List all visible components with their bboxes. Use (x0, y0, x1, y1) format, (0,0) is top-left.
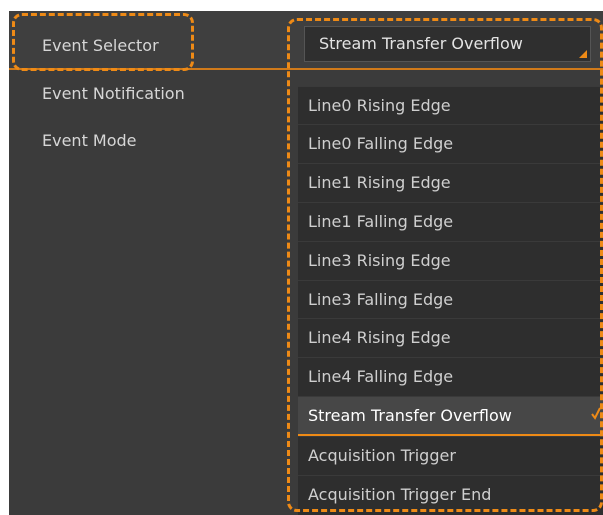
event-selector-dropdown[interactable]: Stream Transfer Overflow (304, 26, 591, 62)
option-line0-falling-edge[interactable]: Line0 Falling Edge (298, 124, 603, 162)
option-line1-rising-edge[interactable]: Line1 Rising Edge (298, 163, 603, 201)
option-line3-falling-edge[interactable]: Line3 Falling Edge (298, 280, 603, 318)
option-label: Line0 Rising Edge (308, 96, 451, 115)
option-label: Acquisition Trigger (308, 446, 456, 465)
option-label: Stream Transfer Overflow (308, 406, 512, 425)
check-icon (591, 407, 601, 420)
property-panel: Event Selector Event Notification Event … (9, 11, 603, 515)
option-acquisition-trigger[interactable]: Acquisition Trigger (298, 436, 603, 474)
option-label: Line3 Rising Edge (308, 251, 451, 270)
option-stream-transfer-overflow[interactable]: Stream Transfer Overflow (298, 396, 603, 436)
option-label: Line1 Rising Edge (308, 173, 451, 192)
option-label: Line3 Falling Edge (308, 290, 454, 309)
option-line0-rising-edge[interactable]: Line0 Rising Edge (298, 86, 603, 124)
row-divider (9, 68, 603, 70)
option-line4-falling-edge[interactable]: Line4 Falling Edge (298, 357, 603, 395)
option-acquisition-trigger-end[interactable]: Acquisition Trigger End (298, 475, 603, 515)
event-selector-options-list[interactable]: Line0 Rising Edge Line0 Falling Edge Lin… (298, 86, 603, 515)
option-label: Line1 Falling Edge (308, 212, 454, 231)
option-line3-rising-edge[interactable]: Line3 Rising Edge (298, 241, 603, 279)
event-selector-label: Event Selector (42, 36, 159, 55)
event-notification-label[interactable]: Event Notification (42, 84, 185, 103)
option-label: Line4 Falling Edge (308, 367, 454, 386)
option-line4-rising-edge[interactable]: Line4 Rising Edge (298, 318, 603, 356)
option-label: Acquisition Trigger End (308, 485, 492, 504)
event-selector-value: Stream Transfer Overflow (319, 34, 523, 53)
option-label: Line0 Falling Edge (308, 134, 454, 153)
option-label: Line4 Rising Edge (308, 328, 451, 347)
dropdown-caret-icon (579, 50, 587, 58)
event-mode-label[interactable]: Event Mode (42, 131, 137, 150)
option-line1-falling-edge[interactable]: Line1 Falling Edge (298, 202, 603, 240)
